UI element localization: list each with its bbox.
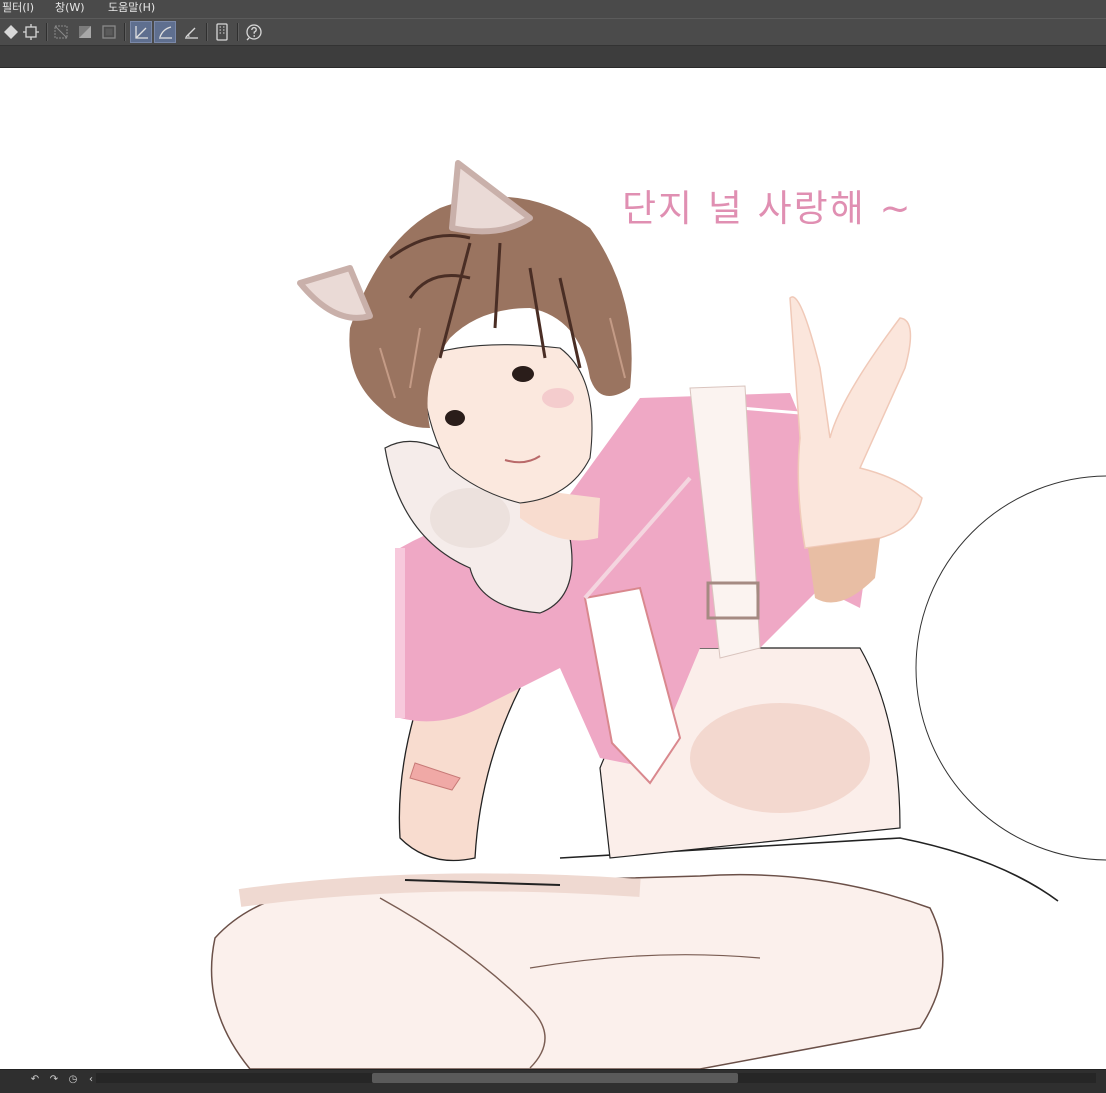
frame-icon[interactable]: [98, 21, 120, 43]
scrollbar-thumb[interactable]: [372, 1073, 738, 1083]
toolbar-separator: [206, 23, 207, 41]
command-bar: [0, 18, 1106, 46]
snap-ruler-icon[interactable]: [130, 21, 152, 43]
snap-curve-icon[interactable]: [154, 21, 176, 43]
peace-hand: [789, 296, 923, 603]
transform-icon[interactable]: [20, 21, 42, 43]
handwritten-caption: 단지 널 사랑해 ~: [622, 187, 913, 230]
menu-bar: 필터(I) 창(W) 도움말(H): [0, 0, 1106, 18]
drawing-canvas[interactable]: 단지 널 사랑해 ~: [0, 68, 1106, 1069]
selection-toggle-icon[interactable]: [50, 21, 72, 43]
toolbar-separator: [46, 23, 47, 41]
fill-icon[interactable]: [0, 21, 22, 43]
mask-icon[interactable]: [74, 21, 96, 43]
device-icon[interactable]: [211, 21, 233, 43]
menu-filter[interactable]: 필터(I): [2, 0, 34, 16]
snap-grid-icon[interactable]: [180, 21, 202, 43]
redo-icon[interactable]: ↷: [47, 1072, 61, 1086]
history-icon[interactable]: ◷: [66, 1072, 80, 1086]
status-bar: ↶ ↷ ◷ ‹: [0, 1069, 1106, 1093]
toolbar-separator: [237, 23, 238, 41]
artwork: [210, 160, 1106, 1069]
menu-help[interactable]: 도움말(H): [108, 0, 155, 16]
help-icon[interactable]: [243, 21, 265, 43]
menu-window[interactable]: 창(W): [55, 0, 85, 16]
tool-property-bar: [0, 46, 1106, 68]
toolbar-separator: [124, 23, 125, 41]
trousers: [210, 837, 1059, 1069]
undo-icon[interactable]: ↶: [28, 1072, 42, 1086]
brush-cursor: [915, 475, 1106, 861]
